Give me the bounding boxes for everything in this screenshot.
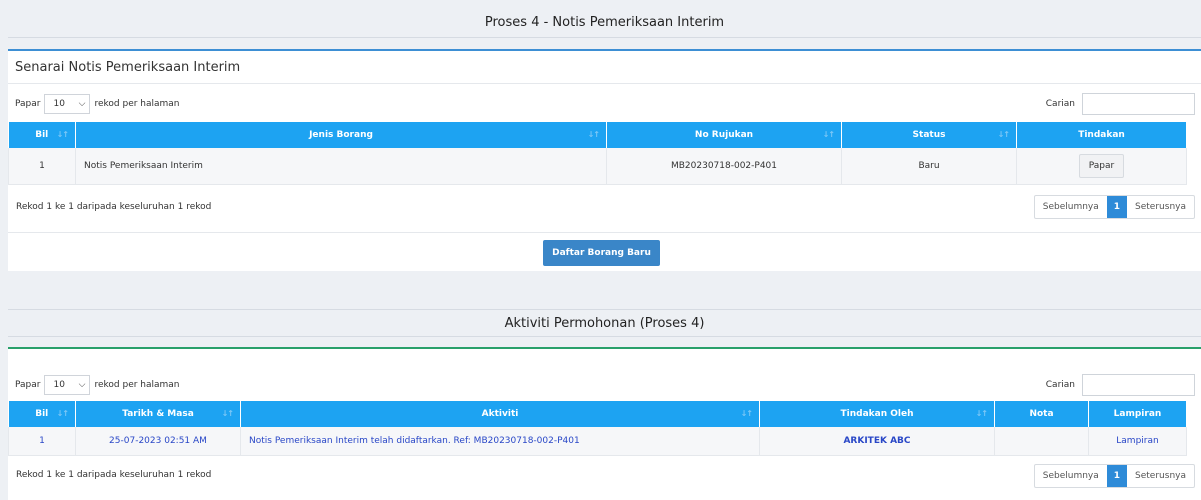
cell-tindakan-oleh: ARKITEK ABC (759, 427, 995, 456)
table-controls: Papar 10 ⌵ rekod per halaman Carian (8, 373, 1201, 397)
col-header-jenis-borang[interactable]: Jenis Borang ↓↑ (75, 122, 607, 148)
col-header-tarikh-masa[interactable]: Tarikh & Masa ↓↑ (75, 401, 241, 427)
pagination: Sebelumnya 1 Seterusnya (1033, 195, 1195, 219)
cell-bil: 1 (8, 427, 76, 456)
sort-icon: ↓↑ (587, 130, 600, 139)
col-header-tindakan-oleh[interactable]: Tindakan Oleh ↓↑ (759, 401, 995, 427)
sort-icon: ↓↑ (56, 130, 69, 139)
papar-button[interactable]: Papar (1078, 153, 1125, 178)
sort-icon: ↓↑ (221, 409, 234, 418)
pager-next[interactable]: Seterusnya (1127, 196, 1194, 218)
length-label: Papar (15, 99, 41, 109)
table-controls: Papar 10 ⌵ rekod per halaman Carian (8, 92, 1201, 116)
sort-icon: ↓↑ (56, 409, 69, 418)
search-input[interactable] (1082, 374, 1195, 396)
col-header-nota: Nota (994, 401, 1089, 427)
notis-table: Bil ↓↑ Jenis Borang ↓↑ No Rujukan ↓↑ Status… (8, 122, 1187, 185)
cell-status: Baru (841, 148, 1017, 185)
col-header-tindakan: Tindakan (1016, 122, 1187, 148)
daftar-borang-baru-button[interactable]: Daftar Borang Baru (543, 240, 660, 266)
col-header-bil[interactable]: Bil ↓↑ (8, 122, 76, 148)
section-title-text: Aktiviti Permohonan (Proses 4) (504, 315, 705, 331)
lampiran-link[interactable]: Lampiran (1088, 427, 1187, 456)
col-header-aktiviti[interactable]: Aktiviti ↓↑ (240, 401, 760, 427)
length-select[interactable]: 10 ⌵ (44, 94, 91, 114)
search-input[interactable] (1082, 93, 1195, 115)
sort-icon: ↓↑ (997, 130, 1010, 139)
search-label: Carian (1045, 99, 1075, 109)
pager-prev[interactable]: Sebelumnya (1035, 196, 1107, 218)
pager-next[interactable]: Seterusnya (1127, 465, 1194, 487)
length-label-suffix: rekod per halaman (94, 99, 180, 109)
cell-tindakan: Papar (1016, 148, 1187, 185)
pager-page-1[interactable]: 1 (1106, 465, 1128, 487)
length-label-suffix: rekod per halaman (94, 380, 180, 390)
cell-tarikh: 25-07-2023 02:51 AM (75, 427, 241, 456)
pagination: Sebelumnya 1 Seterusnya (1033, 464, 1195, 488)
page-title: Proses 4 - Notis Pemeriksaan Interim (8, 8, 1201, 38)
section-title: Aktiviti Permohonan (Proses 4) (8, 309, 1201, 337)
table-row: 1 Notis Pemeriksaan Interim MB20230718-0… (8, 148, 1187, 185)
table-info: Rekod 1 ke 1 daripada keseluruhan 1 reko… (16, 470, 212, 480)
table-info: Rekod 1 ke 1 daripada keseluruhan 1 reko… (16, 202, 212, 212)
length-label: Papar (15, 380, 41, 390)
cell-nota (994, 427, 1089, 456)
search-label: Carian (1045, 380, 1075, 390)
sort-icon: ↓↑ (822, 130, 835, 139)
chevron-down-icon: ⌵ (78, 380, 86, 390)
sort-icon: ↓↑ (740, 409, 753, 418)
aktiviti-table: Bil ↓↑ Tarikh & Masa ↓↑ Aktiviti ↓↑ Tindaka… (8, 401, 1187, 456)
cell-bil: 1 (8, 148, 76, 185)
divider (8, 232, 1201, 233)
length-select[interactable]: 10 ⌵ (44, 375, 91, 395)
col-header-lampiran: Lampiran (1088, 401, 1187, 427)
col-header-status[interactable]: Status ↓↑ (841, 122, 1017, 148)
table-row: 1 25-07-2023 02:51 AM Notis Pemeriksaan … (8, 427, 1187, 456)
pager-prev[interactable]: Sebelumnya (1035, 465, 1107, 487)
cell-aktiviti: Notis Pemeriksaan Interim telah didaftar… (240, 427, 760, 456)
col-header-no-rujukan[interactable]: No Rujukan ↓↑ (606, 122, 842, 148)
col-header-bil[interactable]: Bil ↓↑ (8, 401, 76, 427)
chevron-down-icon: ⌵ (78, 99, 86, 109)
pager-page-1[interactable]: 1 (1106, 196, 1128, 218)
sort-icon: ↓↑ (975, 409, 988, 418)
page-title-text: Proses 4 - Notis Pemeriksaan Interim (484, 15, 725, 30)
cell-jenis-borang: Notis Pemeriksaan Interim (75, 148, 607, 185)
cell-no-rujukan: MB20230718-002-P401 (606, 148, 842, 185)
panel-title: Senarai Notis Pemeriksaan Interim (8, 51, 1201, 84)
